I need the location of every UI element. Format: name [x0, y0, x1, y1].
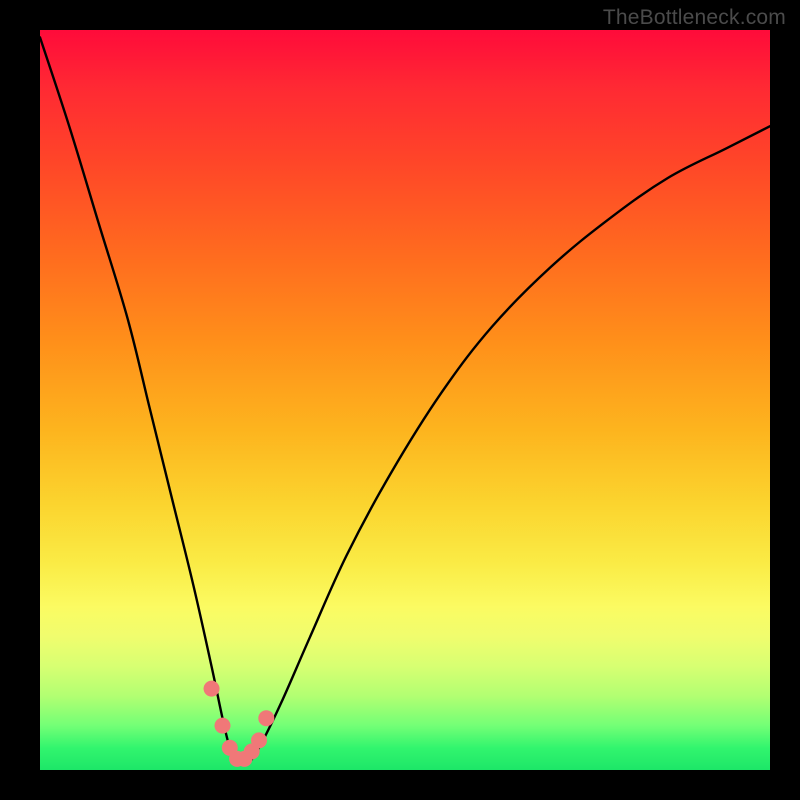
watermark-text: TheBottleneck.com	[603, 6, 786, 30]
highlight-dot	[204, 681, 220, 697]
highlight-dots	[204, 681, 275, 767]
highlight-dot	[258, 710, 274, 726]
curve-layer	[40, 30, 770, 770]
chart-frame: TheBottleneck.com	[0, 0, 800, 800]
chart-plot-area	[40, 30, 770, 770]
highlight-dot	[251, 732, 267, 748]
bottleneck-curve	[40, 37, 770, 764]
highlight-dot	[215, 718, 231, 734]
